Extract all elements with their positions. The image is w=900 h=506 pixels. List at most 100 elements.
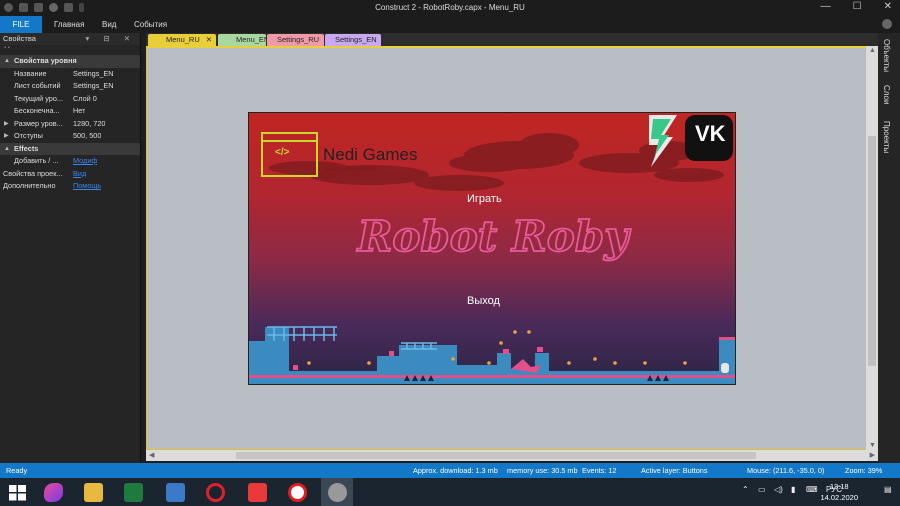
scroll-right-icon[interactable]: ▶ <box>870 451 875 459</box>
yandex-browser-icon[interactable] <box>288 483 307 502</box>
volume-icon[interactable]: ◁) <box>774 485 783 494</box>
tab-objects[interactable]: Объекты <box>882 39 891 72</box>
file-menu-tab[interactable]: FILE <box>0 16 42 33</box>
play-button[interactable]: Играть <box>467 193 502 205</box>
status-bar: Ready Approx. download: 1.3 mb memory us… <box>0 463 900 478</box>
windows-start-icon[interactable] <box>8 483 27 502</box>
construct-icon[interactable] <box>328 483 347 502</box>
project-properties-link[interactable]: Вид <box>70 168 86 181</box>
app-icon[interactable] <box>44 483 63 502</box>
section-effects[interactable]: ▲ Effects <box>0 142 140 155</box>
scroll-thumb[interactable] <box>236 452 756 459</box>
tab-menu-ru[interactable]: Menu_RU ✕ <box>148 34 216 46</box>
tab-menu-en[interactable]: Menu_EN <box>218 34 270 46</box>
system-clock[interactable]: 13:18 14.02.2020 <box>820 481 858 503</box>
property-value[interactable]: Нет <box>70 105 85 118</box>
property-row[interactable]: ▶ Отступы 500, 500 <box>0 130 140 143</box>
add-effect-link[interactable]: Модиф <box>70 155 97 168</box>
property-row[interactable]: Название Settings_EN <box>0 68 140 81</box>
app-icon[interactable] <box>166 483 185 502</box>
scroll-left-icon[interactable]: ◀ <box>149 451 154 459</box>
property-row[interactable]: Свойства проек... Вид <box>0 168 140 181</box>
property-key: Размер уров... <box>14 118 63 128</box>
tab-label: Menu_RU <box>166 35 200 44</box>
exit-button[interactable]: Выход <box>467 295 500 307</box>
collapse-arrow-icon: ▲ <box>4 145 10 152</box>
status-memory: memory use: 30.5 mb <box>507 466 578 475</box>
excel-icon[interactable] <box>124 483 143 502</box>
keyboard-icon[interactable]: ⌨ <box>806 485 818 494</box>
property-row[interactable]: Добавить / ... Модиф <box>0 155 140 168</box>
tab-label: Settings_RU <box>277 35 320 44</box>
vk-icon: VK <box>695 121 726 146</box>
network-icon[interactable]: ▭ <box>758 485 766 494</box>
section-label: Свойства уровня <box>14 56 77 65</box>
logo-title: Nedi Games <box>323 145 418 164</box>
property-key: Свойства проек... <box>3 168 63 178</box>
property-value[interactable]: 500, 500 <box>70 130 101 143</box>
property-value[interactable]: Settings_EN <box>70 80 114 93</box>
help-link[interactable]: Помощь <box>70 180 101 193</box>
minimize-button[interactable]: — <box>821 1 831 12</box>
tab-label: Settings_EN <box>335 35 377 44</box>
collapse-arrow-icon: ▲ <box>4 58 10 64</box>
property-row[interactable]: Бесконечна... Нет <box>0 105 140 118</box>
property-row[interactable]: Лист событий Settings_EN <box>0 80 140 93</box>
tab-view[interactable]: Вид <box>94 16 124 33</box>
status-events: Events: 12 <box>582 466 617 475</box>
tray-arrow-icon[interactable]: ⌃ <box>742 485 749 494</box>
property-value[interactable]: Settings_EN <box>70 68 114 81</box>
property-key: Добавить / ... <box>14 156 59 165</box>
game-canvas[interactable]: Robot Roby </> Nedi Games Games Develope… <box>248 112 736 385</box>
code-icon: </> <box>275 147 290 158</box>
expand-arrow-icon[interactable]: ▶ <box>4 118 9 131</box>
scroll-down-icon[interactable]: ▼ <box>869 442 876 449</box>
title-bar: Construct 2 - RobotRoby.capx - Menu_RU —… <box>0 0 900 16</box>
tab-home[interactable]: Главная <box>46 16 92 33</box>
status-ready: Ready <box>6 466 28 475</box>
property-value[interactable]: 1280, 720 <box>70 118 105 131</box>
panel-pin-controls[interactable]: ▾ ⊟ ✕ <box>85 33 136 45</box>
properties-toolbar: ▪ ▪ <box>0 45 140 55</box>
status-zoom: Zoom: 39% <box>845 466 883 475</box>
expand-arrow-icon[interactable]: ▶ <box>4 130 9 143</box>
close-tab-icon[interactable]: ✕ <box>206 35 212 44</box>
maximize-button[interactable]: ☐ <box>853 1 862 12</box>
horizontal-scrollbar[interactable]: ◀ ▶ <box>146 450 878 461</box>
opera-icon[interactable] <box>206 483 225 502</box>
properties-panel: Свойства ▾ ⊟ ✕ ▪ ▪ ▲ Свойства уровня Назв… <box>0 33 141 463</box>
tab-events[interactable]: События <box>126 16 175 33</box>
notifications-icon[interactable]: ▤ <box>884 485 892 494</box>
game-title-art: Robot Roby <box>356 212 631 261</box>
section-layout-properties[interactable]: ▲ Свойства уровня <box>0 55 140 68</box>
right-panel-tabs: Объекты Слои Проекты <box>878 33 900 463</box>
battery-icon[interactable]: ▮ <box>791 485 795 494</box>
property-key: Бесконечна... <box>14 106 60 115</box>
clock-date: 14.02.2020 <box>820 493 858 502</box>
file-explorer-icon[interactable] <box>84 483 103 502</box>
windows-taskbar: ⌃ ▭ ◁) ▮ ⌨ РУС 13:18 14.02.2020 ▤ <box>0 478 900 506</box>
tab-settings-en[interactable]: Settings_EN <box>325 34 381 46</box>
property-key: Отступы <box>14 131 43 140</box>
ribbon-tabs: FILE Главная Вид События <box>0 16 900 33</box>
scroll-thumb[interactable] <box>868 136 876 366</box>
property-row[interactable]: ▶ Размер уров... 1280, 720 <box>0 118 140 131</box>
tab-projects[interactable]: Проекты <box>882 121 891 153</box>
help-icon[interactable] <box>882 19 892 29</box>
vertical-scrollbar[interactable]: ▲ ▼ <box>866 46 878 450</box>
tab-label: Menu_EN <box>236 35 270 44</box>
exit-door <box>721 363 729 373</box>
tab-settings-ru[interactable]: Settings_RU <box>267 34 324 46</box>
property-row[interactable]: Текущий уро... Слой 0 <box>0 93 140 106</box>
document-tabs: Menu_RU ✕ Menu_EN Settings_RU Settings_EN <box>146 33 878 46</box>
property-value[interactable]: Слой 0 <box>70 93 97 106</box>
clock-time: 13:18 <box>829 482 849 491</box>
tab-layers[interactable]: Слои <box>882 85 891 104</box>
property-row[interactable]: Дополнительно Помощь <box>0 180 140 193</box>
scroll-up-icon[interactable]: ▲ <box>869 47 876 54</box>
property-key: Название <box>14 68 47 78</box>
yandex-icon[interactable] <box>248 483 267 502</box>
close-button[interactable]: ✕ <box>884 1 892 12</box>
section-label: Effects <box>14 143 39 153</box>
property-key: Лист событий <box>14 81 61 90</box>
